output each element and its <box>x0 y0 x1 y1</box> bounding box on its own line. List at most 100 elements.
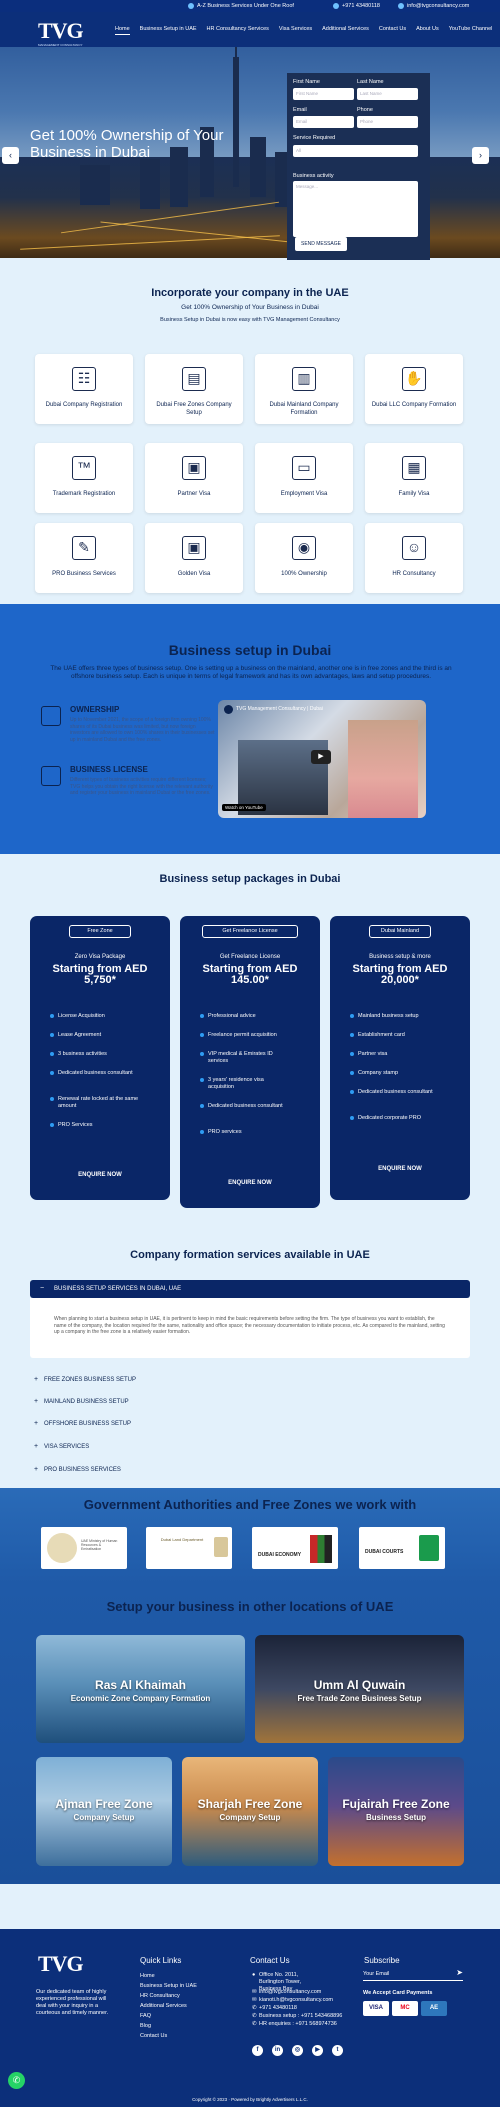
enquire-now-button[interactable]: ENQUIRE NOW <box>330 1166 470 1172</box>
package-card-freelance: Get Freelance License Get Freelance Lice… <box>180 916 320 1208</box>
instagram-icon[interactable]: ◎ <box>292 2045 303 2056</box>
nav-contact[interactable]: Contact Us <box>379 26 406 35</box>
accordion-item-visa[interactable]: VISA SERVICES <box>34 1443 89 1450</box>
location-name: Umm Al Quwain <box>313 1678 406 1692</box>
enquire-now-button[interactable]: ENQUIRE NOW <box>180 1180 320 1186</box>
location-card-rak[interactable]: Ras Al Khaimah Economic Zone Company For… <box>36 1635 245 1743</box>
trademark-icon: ™ <box>72 456 96 480</box>
burj-tower <box>233 57 239 187</box>
video-presenter-image <box>348 720 418 818</box>
site-logo[interactable]: TVG <box>38 18 84 44</box>
emblem-icon <box>47 1533 77 1563</box>
footer-hr-phone[interactable]: ✆ HR enquiries : +971 568974736 <box>252 2020 337 2028</box>
service-card[interactable]: ▤ Dubai Free Zones Company Setup <box>145 354 243 424</box>
location-card-sharjah[interactable]: Sharjah Free Zone Company Setup <box>182 1757 318 1866</box>
service-card[interactable]: ▣ Golden Visa <box>145 523 243 593</box>
location-card-ajman[interactable]: Ajman Free Zone Company Setup <box>36 1757 172 1866</box>
facebook-icon[interactable]: f <box>252 2045 263 2056</box>
footer-link-hr[interactable]: HR Consultancy <box>140 1992 180 2000</box>
activity-label: Business activity <box>293 173 334 179</box>
footer-email-1[interactable]: ✉ info@tvgconsultancy.com <box>252 1988 321 1996</box>
nav-home[interactable]: Home <box>115 26 130 35</box>
youtube-icon[interactable]: ▶ <box>312 2045 323 2056</box>
accordion-item-offshore[interactable]: OFFSHORE BUSINESS SETUP <box>34 1420 131 1427</box>
subscribe-input[interactable]: Your Email ➤ <box>363 1967 463 1981</box>
accordion-item-free-zones[interactable]: FREE ZONES BUSINESS SETUP <box>34 1376 136 1383</box>
email-input[interactable]: Email <box>293 116 354 128</box>
watch-on-youtube[interactable]: Watch on YouTube <box>222 804 266 811</box>
service-card[interactable]: ☺ HR Consultancy <box>365 523 463 593</box>
last-name-input[interactable]: Last Name <box>357 88 418 100</box>
accordion-open-header[interactable]: − BUSINESS SETUP SERVICES IN DUBAI, UAE <box>30 1280 470 1298</box>
footer-logo[interactable]: TVG <box>38 1951 84 1977</box>
service-card[interactable]: ▥ Dubai Mainland Company Formation <box>255 354 353 424</box>
packages-title: Business setup packages in Dubai <box>159 873 341 885</box>
clipboard-icon: ☷ <box>72 367 96 391</box>
location-card-uaq[interactable]: Umm Al Quwain Free Trade Zone Business S… <box>255 1635 464 1743</box>
whatsapp-icon: ✆ <box>252 2013 257 2019</box>
package-feature: License Acquisition <box>50 1013 158 1020</box>
service-card[interactable]: ✋ Dubai LLC Company Formation <box>365 354 463 424</box>
activity-textarea[interactable]: Message... <box>293 181 418 237</box>
email-link[interactable]: info@tvgconsultancy.com <box>398 3 469 9</box>
business-setup-text: The UAE offers three types of business s… <box>50 665 452 680</box>
location-name: Sharjah Free Zone <box>197 1797 303 1811</box>
package-feature: VIP medical & Emirates ID services <box>200 1051 288 1065</box>
nav-business-setup[interactable]: Business Setup in UAE <box>140 26 197 35</box>
footer-link-home[interactable]: Home <box>140 1972 155 1980</box>
service-label: Partner Visa <box>177 491 211 497</box>
send-message-button[interactable]: SEND MESSAGE <box>295 237 347 251</box>
nav-additional-services[interactable]: Additional Services <box>322 26 369 35</box>
footer-link-blog[interactable]: Blog <box>140 2022 151 2030</box>
slider-prev-button[interactable]: ‹ <box>2 147 19 164</box>
package-feature: Dedicated corporate PRO <box>350 1115 458 1122</box>
authority-logo: Dubai Land Department <box>146 1527 232 1569</box>
whatsapp-chat-icon[interactable]: ✆ <box>8 2072 25 2089</box>
phone-input[interactable]: Phone <box>357 116 418 128</box>
slider-next-button[interactable]: › <box>472 147 489 164</box>
nav-visa-services[interactable]: Visa Services <box>279 26 312 35</box>
authority-name: DUBAI ECONOMY <box>258 1552 302 1558</box>
service-card[interactable]: ™ Trademark Registration <box>35 443 133 513</box>
nav-hr-consultancy[interactable]: HR Consultancy Services <box>207 26 269 35</box>
service-card[interactable]: ▣ Partner Visa <box>145 443 243 513</box>
package-feature: Freelance permit acquisition <box>200 1032 308 1039</box>
enquire-now-button[interactable]: ENQUIRE NOW <box>30 1172 170 1178</box>
footer-business-phone[interactable]: ✆ Business setup : +971 543468896 <box>252 2012 342 2020</box>
nav-about[interactable]: About Us <box>416 26 439 35</box>
send-arrow-icon[interactable]: ➤ <box>456 1968 463 1977</box>
phone-link[interactable]: +971 43480118 <box>333 3 380 9</box>
footer-link-contact[interactable]: Contact Us <box>140 2032 167 2040</box>
accordion-item-pro[interactable]: PRO BUSINESS SERVICES <box>34 1466 121 1473</box>
authority-logo: DUBAI ECONOMY <box>252 1527 338 1569</box>
footer-email-2[interactable]: ✉ kianoti.h@tvgconsultancy.com <box>252 1996 333 2004</box>
nav-youtube[interactable]: YouTube Channel <box>449 26 493 35</box>
service-select[interactable]: All <box>293 145 418 157</box>
youtube-video[interactable]: TVG Management Consultancy | Dubai ▶ Wat… <box>218 700 426 818</box>
footer-link-additional[interactable]: Additional Services <box>140 2002 187 2010</box>
building-icon: ▥ <box>292 367 316 391</box>
first-name-input[interactable]: First Name <box>293 88 354 100</box>
package-feature: 3 business activities <box>50 1051 158 1058</box>
location-card-fujairah[interactable]: Fujairah Free Zone Business Setup <box>328 1757 464 1866</box>
package-price: Starting from AED 145.00* <box>202 963 298 986</box>
incorporate-line: Business Setup in Dubai is now easy with… <box>160 317 340 323</box>
footer-link-business-setup[interactable]: Business Setup in UAE <box>140 1982 197 1990</box>
service-card[interactable]: ☷ Dubai Company Registration <box>35 354 133 424</box>
license-icon <box>41 766 61 786</box>
service-card[interactable]: ✎ PRO Business Services <box>35 523 133 593</box>
service-card[interactable]: ◉ 100% Ownership <box>255 523 353 593</box>
service-card[interactable]: ▦ Family Visa <box>365 443 463 513</box>
footer-phone[interactable]: ✆ +971 43480118 <box>252 2004 297 2012</box>
service-card[interactable]: ▭ Employment Visa <box>255 443 353 513</box>
linkedin-icon[interactable]: in <box>272 2045 283 2056</box>
footer-link-faq[interactable]: FAQ <box>140 2012 151 2020</box>
package-card-mainland: Dubai Mainland Business setup & more Sta… <box>330 916 470 1200</box>
service-label: Dubai LLC Company Formation <box>371 402 457 408</box>
play-icon[interactable]: ▶ <box>311 750 331 764</box>
accordion-item-mainland[interactable]: MAINLAND BUSINESS SETUP <box>34 1398 129 1405</box>
enquiry-form: First Name First Name Last Name Last Nam… <box>287 73 430 260</box>
twitter-icon[interactable]: t <box>332 2045 343 2056</box>
service-label: 100% Ownership <box>281 571 327 577</box>
package-feature: Company stamp <box>350 1070 458 1077</box>
